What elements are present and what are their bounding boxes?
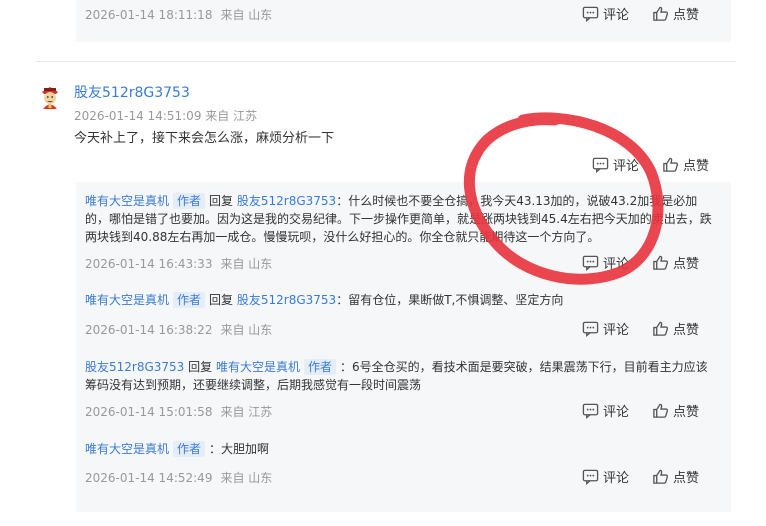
author-badge: 作者 [173,193,206,209]
reply-meta: 2026-01-14 14:52:49 来自 山东 [85,469,272,486]
previous-reply-comment-button[interactable]: 评论 [582,4,629,23]
previous-reply-meta: 2026-01-14 18:11:18 来自 山东 [85,6,272,23]
comment-label: 评论 [603,471,630,486]
reply-word: 回复 [209,194,234,208]
reply-target-user[interactable]: 股友512r8G3753 [237,194,336,208]
post-time: 2026-01-14 14:51:09 [74,109,202,123]
comment-label: 评论 [603,405,630,420]
post-username[interactable]: 股友512r8G3753 [74,82,190,102]
comment-icon [582,469,599,485]
post-location: 来自 江苏 [205,109,258,123]
reply-like-button[interactable]: 点赞 [652,253,699,272]
reply-like-button[interactable]: 点赞 [652,401,699,420]
reply-time: 2026-01-14 16:43:33 [85,257,213,271]
reply-time: 2026-01-14 15:01:58 [85,405,213,419]
reply-item: 股友512r8G3753 回复 唯有大空是真机 作者 ：6号全仓买的，看技术面是要突… [85,358,715,394]
reply-item: 唯有大空是真机 作者 回复 股友512r8G3753：留有仓位，果断做T,不惧调整、… [85,291,715,309]
reply-location: 来自 江苏 [220,405,273,419]
reply-meta: 2026-01-14 16:43:33 来自 山东 [85,255,272,272]
author-badge: 作者 [173,292,206,308]
reply-author[interactable]: 唯有大空是真机 [85,194,169,208]
like-label: 点赞 [673,471,700,486]
thumbs-up-icon [653,403,669,418]
reply-word: 回复 [188,360,213,374]
thumbs-up-icon [653,321,669,336]
previous-reply-location: 来自 山东 [220,8,273,22]
previous-reply-time: 2026-01-14 18:11:18 [85,8,213,22]
avatar[interactable] [38,85,62,109]
reply-time: 2026-01-14 16:38:22 [85,323,213,337]
thumbs-up-icon [663,157,679,172]
author-badge: 作者 [304,359,337,375]
comment-label: 评论 [613,159,640,174]
reply-author[interactable]: 唯有大空是真机 [85,442,169,456]
author-badge: 作者 [173,441,206,457]
reply-author[interactable]: 唯有大空是真机 [85,293,169,307]
reply-target-user[interactable]: 股友512r8G3753 [237,293,336,307]
reply-like-button[interactable]: 点赞 [652,467,699,486]
comment-label: 评论 [603,323,630,338]
comment-label: 评论 [603,8,630,23]
reply-author[interactable]: 股友512r8G3753 [85,360,184,374]
reply-like-button[interactable]: 点赞 [652,319,699,338]
reply-item: 唯有大空是真机 作者 ：大胆加啊 [85,440,715,458]
comment-icon [582,321,599,337]
like-label: 点赞 [673,405,700,420]
comment-divider [36,61,736,62]
comment-icon [582,403,599,419]
like-label: 点赞 [683,159,710,174]
reply-comment-button[interactable]: 评论 [582,401,629,420]
reply-location: 来自 山东 [220,257,273,271]
reply-location: 来自 山东 [220,323,273,337]
post-text: 今天补上了，接下来会怎么涨，麻烦分析一下 [74,131,335,146]
reply-content: ：留有仓位，果断做T,不惧调整、坚定方向 [336,293,564,307]
post-comment-button[interactable]: 评论 [592,155,639,174]
reply-meta: 2026-01-14 15:01:58 来自 江苏 [85,403,272,420]
comment-icon [582,255,599,271]
reply-target-user[interactable]: 唯有大空是真机 [216,360,300,374]
reply-comment-button[interactable]: 评论 [582,467,629,486]
comment-label: 评论 [603,257,630,272]
comment-icon [592,157,609,173]
thumbs-up-icon [653,469,669,484]
reply-location: 来自 山东 [220,471,273,485]
reply-word: 回复 [209,293,234,307]
like-label: 点赞 [673,323,700,338]
post-like-button[interactable]: 点赞 [662,155,709,174]
reply-item: 唯有大空是真机 作者 回复 股友512r8G3753：什么时候也不要全仓搞，我今天4… [85,192,715,246]
comment-icon [582,6,599,22]
previous-reply-like-button[interactable]: 点赞 [652,4,699,23]
reply-comment-button[interactable]: 评论 [582,253,629,272]
reply-time: 2026-01-14 14:52:49 [85,471,213,485]
like-label: 点赞 [673,8,700,23]
thumbs-up-icon [653,255,669,270]
reply-meta: 2026-01-14 16:38:22 来自 山东 [85,321,272,338]
reply-content: ：大胆加啊 [209,442,270,456]
reply-comment-button[interactable]: 评论 [582,319,629,338]
post-meta: 2026-01-14 14:51:09 来自 江苏 [74,107,257,124]
thumbs-up-icon [653,6,669,21]
like-label: 点赞 [673,257,700,272]
